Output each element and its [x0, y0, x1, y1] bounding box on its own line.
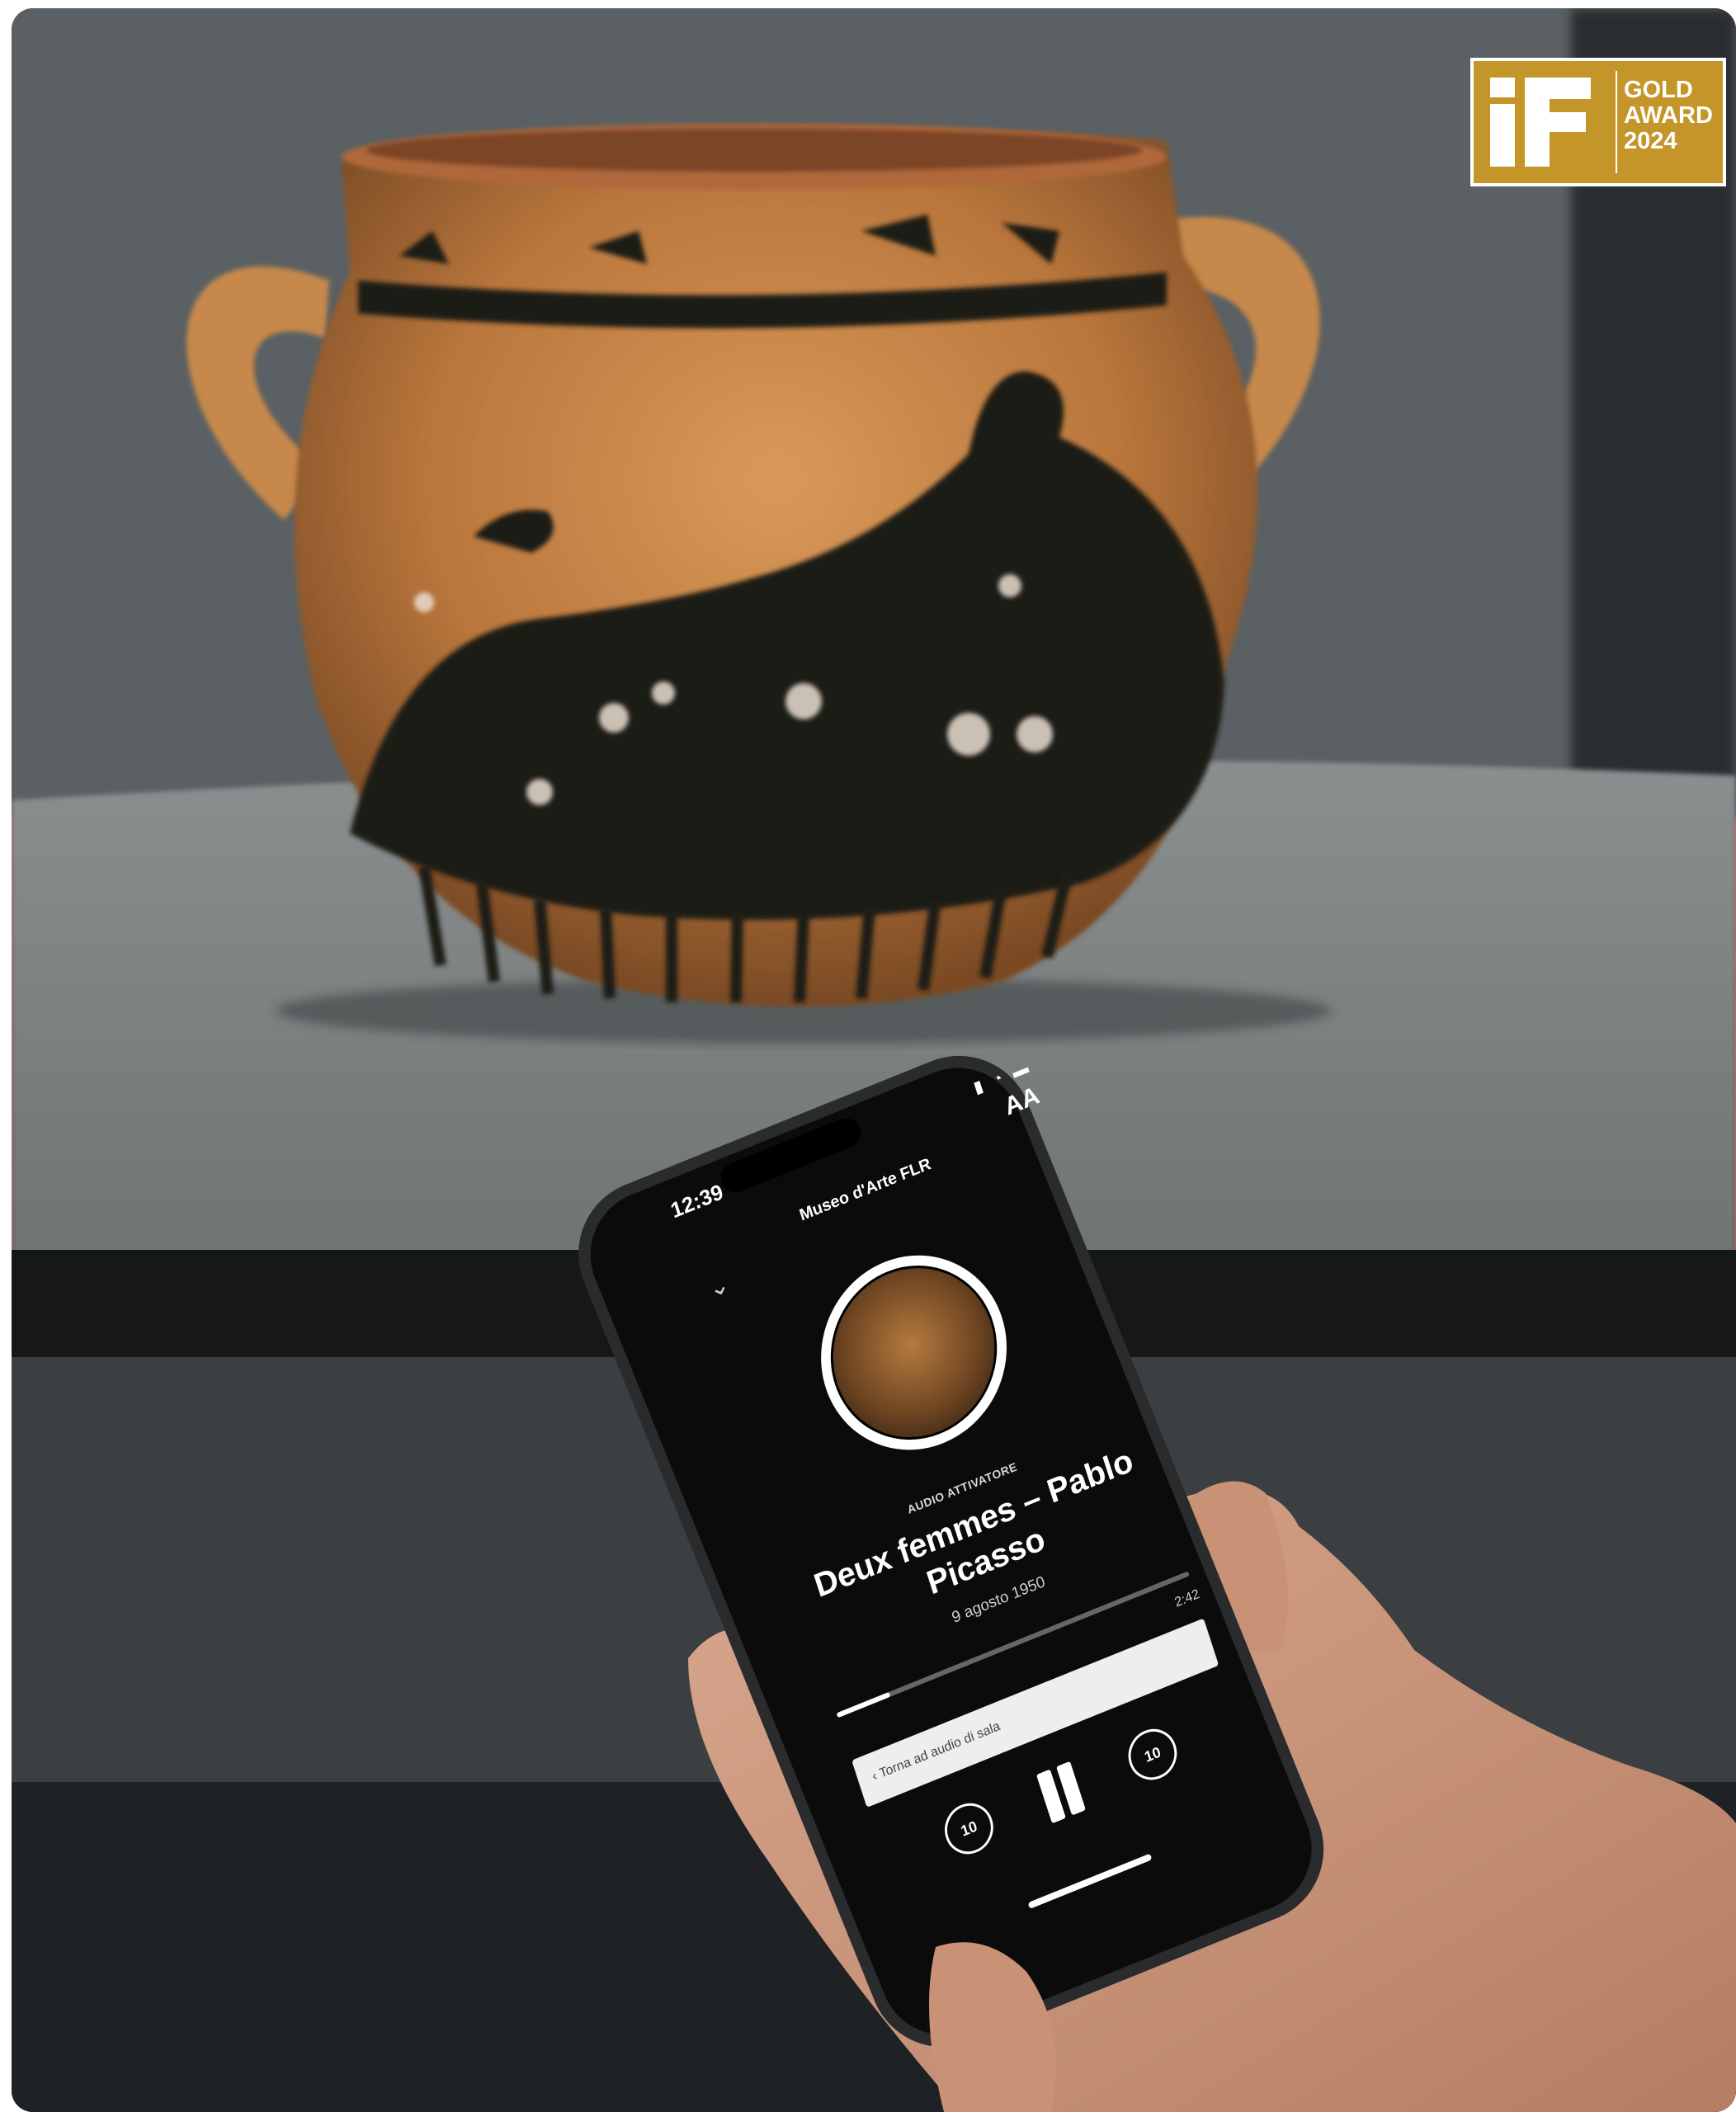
pause-icon[interactable]: [1029, 1756, 1092, 1829]
home-indicator: [1027, 1853, 1153, 1910]
forward-label: 10: [1142, 1743, 1163, 1766]
photo-scene: 12:39 ▮ ◔ ▬ AA Museo d'Arte FLR ⌄ AUDIO …: [12, 8, 1736, 2112]
remaining-time: 2:42: [1172, 1586, 1201, 1610]
badge-text: GOLD AWARD 2024: [1624, 78, 1713, 154]
badge-line-year: 2024: [1624, 128, 1677, 154]
artwork-thumbnail: [796, 1226, 1031, 1479]
badge-divider: [1616, 71, 1617, 173]
forward-10-icon[interactable]: 10: [1121, 1721, 1184, 1788]
back-to-room-audio-label: ‹ Torna ad audio di sala: [870, 1718, 1002, 1784]
progress-fill: [836, 1691, 891, 1718]
if-gold-award-badge: GOLD AWARD 2024: [1470, 58, 1726, 186]
if-logo-icon: [1490, 78, 1591, 167]
badge-line-award: AWARD: [1624, 102, 1713, 129]
badge-line-gold: GOLD: [1624, 77, 1693, 103]
vase-thumbnail-image: [809, 1239, 1019, 1466]
status-time: 12:39: [668, 1178, 727, 1223]
rewind-10-icon[interactable]: 10: [938, 1795, 1000, 1862]
rewind-label: 10: [959, 1817, 979, 1840]
chevron-down-icon[interactable]: ⌄: [705, 1269, 734, 1304]
